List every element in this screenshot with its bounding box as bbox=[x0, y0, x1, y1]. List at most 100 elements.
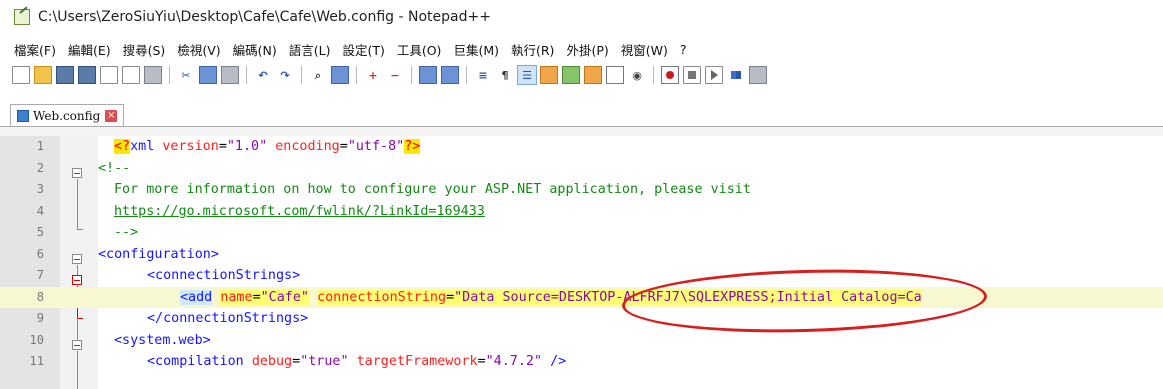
indent-guide-icon[interactable]: ☰ bbox=[517, 65, 537, 85]
line-number: 1 bbox=[36, 139, 44, 153]
attr-value: "1.0" bbox=[226, 139, 268, 154]
element-tag: <configuration> bbox=[98, 246, 219, 262]
code-line: 9 </connectionStrings> bbox=[0, 308, 1163, 330]
code-text: <?xml version="1.0" encoding="utf-8"?> bbox=[114, 136, 421, 158]
menu-run[interactable]: 執行(R) bbox=[511, 40, 554, 59]
run-macro-multiple-icon[interactable] bbox=[727, 66, 745, 84]
close-tab-icon[interactable]: × bbox=[105, 110, 118, 122]
attr-value: "Data Source bbox=[454, 289, 551, 305]
toolbar-separator bbox=[653, 66, 654, 84]
copy-icon[interactable] bbox=[199, 66, 217, 84]
folder-as-workspace-icon[interactable] bbox=[606, 66, 624, 84]
code-line: 4 https://go.microsoft.com/fwlink/?LinkI… bbox=[0, 201, 1163, 223]
menu-macro[interactable]: 巨集(M) bbox=[453, 40, 499, 59]
tab-web-config[interactable]: Web.config × bbox=[10, 104, 125, 127]
line-number: 9 bbox=[36, 311, 44, 325]
comment-text: --> bbox=[114, 225, 139, 240]
element-tag: <add bbox=[180, 289, 213, 305]
menu-plugins[interactable]: 外掛(P) bbox=[566, 40, 608, 59]
equals: = bbox=[339, 139, 348, 154]
attr-value: "true" bbox=[300, 354, 349, 369]
element-tag-close: /> bbox=[542, 354, 567, 369]
window-title: C:\Users\ZeroSiuYiu\Desktop\Cafe\Cafe\We… bbox=[38, 9, 491, 25]
menu-bar: 檔案(F) 編輯(E) 搜尋(S) 檢視(V) 編碼(N) 語言(L) 設定(T… bbox=[0, 38, 699, 60]
save-macro-icon[interactable] bbox=[749, 66, 767, 84]
toolbar-separator bbox=[466, 66, 467, 84]
undo-icon[interactable]: ↶ bbox=[254, 66, 272, 84]
code-line: 5 --> bbox=[0, 222, 1163, 244]
menu-settings[interactable]: 設定(T) bbox=[342, 40, 384, 59]
attr-name: name bbox=[220, 289, 253, 305]
tab-bar: Web.config × bbox=[0, 104, 1163, 127]
line-number: 7 bbox=[36, 268, 44, 282]
comment-link[interactable]: https://go.microsoft.com/fwlink/?LinkId=… bbox=[114, 201, 485, 223]
show-all-characters-icon[interactable]: ¶ bbox=[496, 66, 514, 84]
word-wrap-icon[interactable]: ≡ bbox=[474, 66, 492, 84]
function-list-icon[interactable] bbox=[584, 66, 602, 84]
code-line: 2 <!-- bbox=[0, 158, 1163, 180]
attr-value: "Cafe" bbox=[260, 289, 309, 305]
menu-edit[interactable]: 編輯(E) bbox=[68, 40, 111, 59]
toolbar: ✂ ↶ ↷ ⌕ + − ≡ ¶ ☰ ◉ bbox=[10, 62, 769, 88]
print-icon[interactable] bbox=[144, 66, 162, 84]
code-text: <compilation debug="true" targetFramewor… bbox=[147, 354, 567, 369]
code-line: 10 <system.web> bbox=[0, 330, 1163, 352]
toolbar-separator bbox=[246, 66, 247, 84]
attr-name: debug bbox=[251, 354, 293, 369]
find-icon[interactable]: ⌕ bbox=[309, 66, 327, 84]
attr-name: targetFramework bbox=[356, 354, 478, 369]
close-icon[interactable] bbox=[100, 66, 118, 84]
toolbar-separator bbox=[411, 66, 412, 84]
comment-text: For more information on how to configure… bbox=[114, 182, 751, 197]
line-number: 3 bbox=[36, 182, 44, 196]
element-tag: <system.web> bbox=[114, 332, 211, 348]
menu-tools[interactable]: 工具(O) bbox=[397, 40, 442, 59]
menu-encoding[interactable]: 編碼(N) bbox=[233, 40, 277, 59]
code-line: 11 <compilation debug="true" targetFrame… bbox=[0, 351, 1163, 373]
notepad-plus-plus-icon bbox=[14, 9, 30, 25]
saved-file-icon bbox=[17, 110, 29, 122]
save-all-icon[interactable] bbox=[78, 66, 96, 84]
menu-window[interactable]: 視窗(W) bbox=[621, 40, 668, 59]
menu-help[interactable]: ? bbox=[680, 42, 687, 57]
attr-name: encoding bbox=[267, 139, 340, 154]
save-icon[interactable] bbox=[56, 66, 74, 84]
paste-icon[interactable] bbox=[221, 66, 239, 84]
menu-search[interactable]: 搜尋(S) bbox=[123, 40, 166, 59]
code-editor[interactable]: 1 <?xml version="1.0" encoding="utf-8"?>… bbox=[0, 136, 1163, 389]
new-file-icon[interactable] bbox=[12, 66, 30, 84]
code-line: 1 <?xml version="1.0" encoding="utf-8"?> bbox=[0, 136, 1163, 158]
line-number: 4 bbox=[36, 203, 44, 218]
redo-icon[interactable]: ↷ bbox=[276, 66, 294, 84]
cut-icon[interactable]: ✂ bbox=[177, 66, 195, 84]
xml-keyword: xml bbox=[130, 139, 155, 154]
zoom-in-icon[interactable]: + bbox=[364, 66, 382, 84]
line-number: 8 bbox=[36, 289, 44, 304]
menu-language[interactable]: 語言(L) bbox=[289, 40, 331, 59]
line-number: 5 bbox=[36, 225, 44, 239]
code-line: 3 For more information on how to configu… bbox=[0, 179, 1163, 201]
title-bar: C:\Users\ZeroSiuYiu\Desktop\Cafe\Cafe\We… bbox=[0, 0, 1163, 34]
user-defined-language-icon[interactable] bbox=[540, 66, 558, 84]
document-map-icon[interactable] bbox=[562, 66, 580, 84]
attr-value: "utf-8" bbox=[347, 139, 405, 154]
line-number: 10 bbox=[29, 332, 44, 347]
sync-vertical-icon[interactable] bbox=[419, 66, 437, 84]
menu-file[interactable]: 檔案(F) bbox=[14, 40, 56, 59]
zoom-out-icon[interactable]: − bbox=[386, 66, 404, 84]
menu-view[interactable]: 檢視(V) bbox=[177, 40, 220, 59]
attr-name: connectionString bbox=[317, 289, 447, 305]
code-line: 6 <configuration> bbox=[0, 244, 1163, 266]
comment-text: <!-- bbox=[98, 160, 131, 176]
xml-decl-open: <? bbox=[114, 139, 131, 154]
playback-macro-icon[interactable] bbox=[705, 66, 723, 84]
sync-horizontal-icon[interactable] bbox=[441, 66, 459, 84]
record-macro-icon[interactable] bbox=[661, 66, 679, 84]
stop-recording-icon[interactable] bbox=[683, 66, 701, 84]
monitoring-icon[interactable]: ◉ bbox=[628, 66, 646, 84]
open-file-icon[interactable] bbox=[34, 66, 52, 84]
replace-icon[interactable] bbox=[331, 66, 349, 84]
toolbar-separator bbox=[301, 66, 302, 84]
close-all-icon[interactable] bbox=[122, 66, 140, 84]
line-number: 6 bbox=[36, 246, 44, 261]
